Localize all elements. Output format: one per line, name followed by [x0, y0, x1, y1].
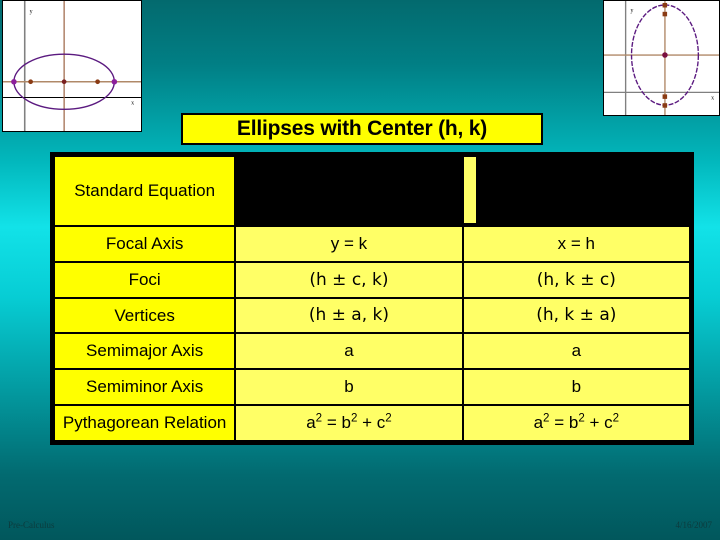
- horizontal-ellipse-graph: y x: [2, 0, 142, 132]
- row-label-semimajor-axis: Semimajor Axis: [52, 332, 237, 370]
- table-row: Foci (h ± c, k) (h, k ± c): [52, 260, 692, 299]
- svg-text:x: x: [711, 95, 714, 101]
- cell-semiminor-vertical: b: [461, 368, 692, 406]
- cell-semimajor-horizontal: a: [234, 332, 464, 370]
- row-label-pythagorean-relation: Pythagorean Relation: [52, 403, 237, 442]
- cell-vertices-vertical: (h, k ± a): [461, 296, 692, 335]
- row-label-foci: Foci: [52, 260, 237, 299]
- cell-pythagorean-horizontal: a2 = b2 + c2: [234, 403, 464, 442]
- svg-text:y: y: [631, 8, 634, 14]
- table-row: Semiminor Axis b b: [52, 368, 692, 406]
- table-row: Standard Equation: [52, 155, 692, 227]
- cell-standard-equation-vertical: [461, 155, 692, 227]
- svg-text:x: x: [131, 100, 134, 106]
- vertical-ellipse-graph: y x: [603, 0, 720, 116]
- cell-focal-axis-vertical: x = h: [461, 225, 692, 263]
- table-row: Focal Axis y = k x = h: [52, 225, 692, 263]
- table-row: Semimajor Axis a a: [52, 332, 692, 370]
- cell-foci-horizontal: (h ± c, k): [234, 260, 464, 299]
- cell-standard-equation-horizontal: [234, 155, 464, 227]
- cell-focal-axis-horizontal: y = k: [234, 225, 464, 263]
- footer-date: 4/16/2007: [675, 520, 712, 530]
- row-label-standard-equation: Standard Equation: [52, 155, 237, 227]
- svg-text:y: y: [30, 9, 33, 15]
- page-title: Ellipses with Center (h, k): [181, 113, 543, 145]
- footer-subject: Pre-Calculus: [8, 520, 55, 530]
- row-label-semiminor-axis: Semiminor Axis: [52, 368, 237, 406]
- table-row: Pythagorean Relation a2 = b2 + c2 a2 = b…: [52, 403, 692, 442]
- cell-foci-vertical: (h, k ± c): [461, 260, 692, 299]
- page-title-text: Ellipses with Center (h, k): [236, 117, 488, 140]
- cell-pythagorean-vertical: a2 = b2 + c2: [461, 403, 692, 442]
- row-label-focal-axis: Focal Axis: [52, 225, 237, 263]
- row-label-vertices: Vertices: [52, 296, 237, 335]
- cell-semiminor-horizontal: b: [234, 368, 464, 406]
- ellipse-properties-table: Standard Equation Focal Axis y = k x = h…: [50, 152, 694, 445]
- cell-vertices-horizontal: (h ± a, k): [234, 296, 464, 335]
- slide-canvas: y x y x Ellipses with Center (h, k) Stan…: [0, 0, 720, 540]
- table-row: Vertices (h ± a, k) (h, k ± a): [52, 296, 692, 335]
- cell-semimajor-vertical: a: [461, 332, 692, 370]
